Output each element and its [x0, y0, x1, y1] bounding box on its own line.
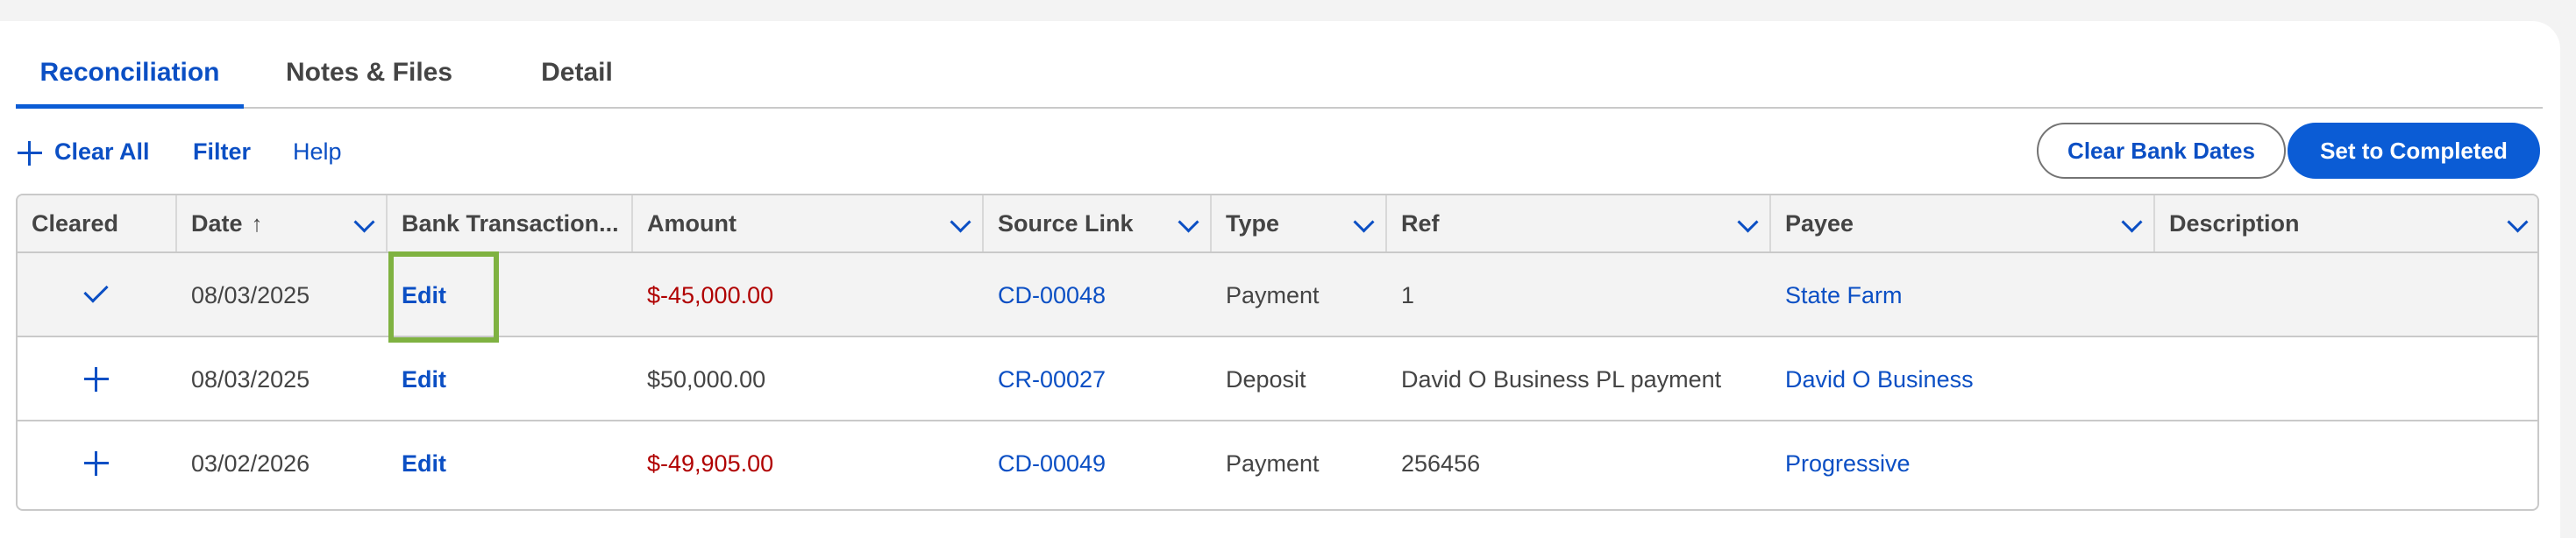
edit-link[interactable]: Edit — [388, 253, 633, 337]
chevron-down-icon[interactable] — [1353, 211, 1375, 233]
date-cell: 08/03/2025 — [191, 282, 310, 308]
column-label: Source Link — [998, 210, 1134, 237]
column-label: Amount — [647, 210, 737, 237]
amount-cell: $50,000.00 — [647, 366, 766, 393]
plus-icon[interactable] — [84, 451, 109, 476]
table-header: Cleared Date ↑ Bank Transaction... Amount… — [18, 195, 2537, 253]
column-header-amount[interactable]: Amount — [633, 195, 984, 251]
ref-cell: David O Business PL payment — [1401, 366, 1722, 393]
column-label: Payee — [1785, 210, 1854, 237]
tab-reconciliation[interactable]: Reconciliation — [16, 33, 244, 109]
help-link[interactable]: Help — [293, 131, 342, 172]
plus-icon[interactable] — [84, 367, 109, 392]
column-header-payee[interactable]: Payee — [1771, 195, 2155, 251]
chevron-down-icon[interactable] — [2507, 211, 2529, 233]
set-to-completed-button[interactable]: Set to Completed — [2288, 123, 2540, 179]
description-cell — [2155, 421, 2537, 506]
clear-bank-dates-button[interactable]: Clear Bank Dates — [2037, 123, 2286, 179]
source-link[interactable]: CD-00049 — [984, 421, 1212, 506]
payee-link[interactable]: State Farm — [1771, 253, 2155, 337]
column-label: Cleared — [32, 210, 119, 237]
table-row[interactable]: 03/02/2026 Edit $-49,905.00 CD-00049 Pay… — [18, 421, 2537, 506]
date-cell: 08/03/2025 — [191, 366, 310, 393]
clear-all-button[interactable]: Clear All — [18, 131, 150, 172]
edit-link[interactable]: Edit — [388, 421, 633, 506]
column-header-cleared[interactable]: Cleared — [18, 195, 177, 251]
description-cell — [2155, 253, 2537, 337]
column-header-description[interactable]: Description — [2155, 195, 2537, 251]
cleared-cell[interactable] — [18, 421, 177, 506]
column-header-bank-transaction[interactable]: Bank Transaction... — [388, 195, 633, 251]
column-header-date[interactable]: Date ↑ — [177, 195, 388, 251]
clear-all-label: Clear All — [54, 138, 150, 165]
reconciliation-table: Cleared Date ↑ Bank Transaction... Amount… — [16, 194, 2539, 511]
column-label: Bank Transaction... — [402, 210, 619, 237]
column-label: Ref — [1401, 210, 1440, 237]
amount-cell: $-45,000.00 — [647, 282, 774, 308]
chevron-down-icon[interactable] — [1178, 211, 1199, 233]
ref-cell: 1 — [1401, 282, 1415, 308]
column-header-type[interactable]: Type — [1212, 195, 1387, 251]
plus-icon — [18, 140, 42, 166]
column-header-ref[interactable]: Ref — [1387, 195, 1771, 251]
column-label: Date — [191, 210, 243, 237]
tab-detail[interactable]: Detail — [505, 33, 649, 107]
source-link[interactable]: CR-00027 — [984, 337, 1212, 421]
tab-notes-files[interactable]: Notes & Files — [268, 33, 470, 107]
payee-link[interactable]: David O Business — [1771, 337, 2155, 421]
tab-bar: Reconciliation Notes & Files Detail — [16, 33, 2543, 109]
type-cell: Payment — [1226, 450, 1320, 477]
table-row[interactable]: 08/03/2025 Edit $50,000.00 CR-00027 Depo… — [18, 337, 2537, 421]
chevron-down-icon[interactable] — [950, 211, 971, 233]
check-icon[interactable] — [83, 278, 109, 303]
table-row[interactable]: 08/03/2025 Edit $-45,000.00 CD-00048 Pay… — [18, 253, 2537, 337]
type-cell: Payment — [1226, 282, 1320, 308]
chevron-down-icon[interactable] — [2121, 211, 2143, 233]
ref-cell: 256456 — [1401, 450, 1481, 477]
cleared-cell[interactable] — [18, 253, 177, 337]
chevron-down-icon[interactable] — [1737, 211, 1759, 233]
filter-button[interactable]: Filter — [193, 131, 251, 172]
column-label: Type — [1226, 210, 1280, 237]
type-cell: Deposit — [1226, 366, 1306, 393]
chevron-down-icon[interactable] — [353, 211, 375, 233]
edit-link[interactable]: Edit — [388, 337, 633, 421]
cleared-cell[interactable] — [18, 337, 177, 421]
payee-link[interactable]: Progressive — [1771, 421, 2155, 506]
amount-cell: $-49,905.00 — [647, 450, 774, 477]
description-cell — [2155, 337, 2537, 421]
arrow-up-icon: ↑ — [251, 210, 263, 237]
column-label: Description — [2169, 210, 2300, 237]
date-cell: 03/02/2026 — [191, 450, 310, 477]
column-header-source-link[interactable]: Source Link — [984, 195, 1212, 251]
source-link[interactable]: CD-00048 — [984, 253, 1212, 337]
